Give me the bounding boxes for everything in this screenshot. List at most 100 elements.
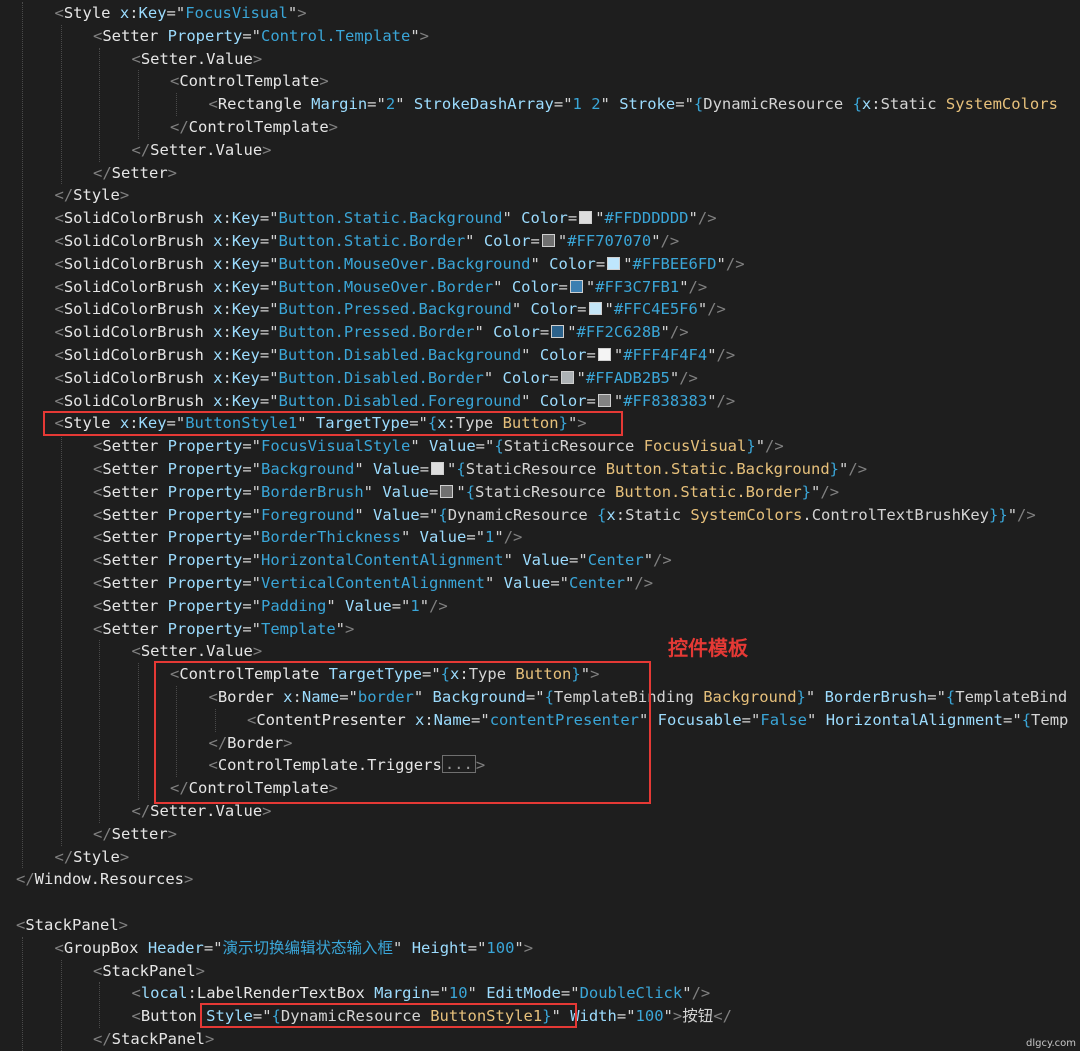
code-token: = [466, 528, 476, 547]
code-line[interactable]: </ControlTemplate> [170, 116, 338, 139]
code-line[interactable]: <SolidColorBrush x:Key="Button.Static.Ba… [55, 207, 717, 230]
code-token: " [465, 232, 475, 250]
color-swatch-icon[interactable] [431, 462, 445, 475]
code-line[interactable]: <SolidColorBrush x:Key="Button.Disabled.… [55, 344, 736, 367]
color-swatch-icon[interactable] [597, 393, 611, 407]
code-line[interactable]: <Setter Property="Template"> [93, 618, 354, 641]
code-token: Button.MouseOver.Background [278, 254, 531, 273]
code-token: Setter [102, 437, 168, 456]
code-token: Property [167, 528, 243, 547]
code-token: x [213, 277, 223, 296]
code-line[interactable]: <Setter Property="Background" Value= "{St… [93, 458, 867, 481]
code-line[interactable]: <SolidColorBrush x:Key="Button.Static.Bo… [55, 230, 680, 253]
code-token: : [222, 300, 232, 319]
code-line[interactable]: <StackPanel> [93, 960, 205, 983]
code-line[interactable]: <Style x:Key="FocusVisual"> [55, 2, 307, 25]
code-token: : [222, 323, 232, 342]
code-line[interactable]: </Style> [55, 184, 130, 207]
code-token: " [475, 528, 486, 547]
code-token: SolidColorBrush [63, 232, 214, 250]
code-line[interactable]: <StackPanel> [16, 914, 128, 937]
control-template-highlight-box [154, 661, 651, 804]
code-line[interactable]: <SolidColorBrush x:Key="Button.MouseOver… [55, 276, 708, 299]
code-line[interactable]: <SolidColorBrush x:Key="Button.MouseOver… [55, 253, 745, 276]
code-token: = [259, 254, 270, 273]
indent-guide [137, 663, 139, 800]
code-token: Button.Pressed.Border [278, 323, 475, 342]
color-swatch-icon[interactable] [569, 279, 583, 293]
code-token: Setter.Value [150, 802, 263, 820]
code-line[interactable]: <Setter Property="BorderBrush" Value= "{S… [93, 481, 839, 504]
code-line[interactable]: </Setter.Value> [132, 139, 272, 162]
color-swatch-icon[interactable] [551, 325, 565, 339]
code-token: " [530, 254, 540, 273]
code-line[interactable]: <SolidColorBrush x:Key="Button.Disabled.… [55, 367, 698, 390]
code-line[interactable]: <SolidColorBrush x:Key="Button.Disabled.… [55, 390, 736, 413]
color-swatch-icon[interactable] [579, 211, 593, 225]
code-token: { [597, 505, 607, 524]
code-token: " [354, 505, 364, 524]
code-token: .ControlTextBrushKey [802, 505, 990, 524]
code-token: Button.Static.Border [615, 482, 802, 501]
code-line[interactable]: <local:LabelRenderTextBox Margin="10" Ed… [132, 982, 711, 1005]
code-token: = [549, 368, 559, 387]
code-token: " [707, 346, 717, 364]
code-line[interactable]: <ControlTemplate> [170, 70, 329, 93]
code-token: { [945, 688, 956, 706]
code-token: x [606, 505, 616, 524]
code-line[interactable]: <Setter Property="FocusVisualStyle" Valu… [93, 435, 784, 458]
code-editor[interactable]: <Style x:Key="FocusVisual"> <Setter Prope… [0, 0, 1080, 1051]
code-line[interactable]: </Setter> [93, 162, 177, 185]
code-token: StaticResource [503, 437, 644, 456]
code-token: Key [231, 277, 260, 296]
code-token: > [195, 961, 206, 980]
code-token: < [208, 95, 218, 114]
code-token: " [521, 391, 531, 410]
code-line[interactable]: <SolidColorBrush x:Key="Button.Pressed.B… [55, 298, 726, 321]
code-line[interactable]: <Setter Property="Padding" Value="1"/> [93, 595, 448, 618]
color-swatch-icon[interactable] [440, 484, 454, 498]
code-token: /> [429, 596, 448, 615]
code-token: </ [170, 118, 189, 136]
code-token: x [213, 391, 223, 410]
code-token: Button.MouseOver.Border [278, 277, 494, 296]
code-line[interactable]: </Window.Resources> [16, 868, 193, 891]
code-line[interactable]: <SolidColorBrush x:Key="Button.Pressed.B… [55, 321, 689, 344]
code-token: " [485, 437, 495, 456]
color-swatch-icon[interactable] [541, 234, 555, 247]
code-line[interactable]: <Setter Property="HorizontalContentAlign… [93, 549, 672, 572]
color-swatch-icon[interactable] [588, 302, 602, 316]
code-token: Setter [111, 163, 168, 182]
code-token: " [521, 346, 531, 364]
code-token: Color [493, 368, 550, 387]
color-swatch-icon[interactable] [607, 256, 621, 270]
code-token: } [746, 437, 756, 456]
code-line[interactable]: </StackPanel> [93, 1028, 214, 1051]
code-line[interactable]: <Setter Property="Foreground" Value="{Dy… [93, 504, 1036, 527]
code-line[interactable]: <Setter Property="BorderThickness" Value… [93, 526, 522, 549]
code-token: Background [261, 460, 355, 478]
code-line[interactable]: </Style> [55, 846, 130, 869]
code-token: Margin [374, 984, 431, 1003]
code-token: > [252, 642, 263, 661]
code-token: > [167, 163, 178, 182]
code-token: = [242, 460, 252, 478]
code-line[interactable]: <Setter.Value> [132, 48, 263, 71]
code-token: = [741, 710, 752, 729]
code-token: : [871, 95, 881, 114]
code-token: GroupBox [63, 938, 148, 957]
code-line[interactable]: </Setter> [93, 823, 177, 846]
code-line[interactable]: <GroupBox Header="演示切换编辑状态输入框" Height="1… [55, 937, 534, 960]
code-line[interactable]: <Setter Property="VerticalContentAlignme… [93, 572, 653, 595]
code-token: = [560, 984, 571, 1003]
code-token: : [615, 505, 626, 524]
watermark: dlgcy.com [1026, 1038, 1076, 1049]
color-swatch-icon[interactable] [560, 370, 574, 384]
code-line[interactable]: <Setter Property="Control.Template"> [93, 25, 429, 48]
code-line[interactable]: <Setter.Value> [132, 640, 263, 663]
code-token: " [419, 596, 430, 615]
color-swatch-icon[interactable] [597, 348, 611, 361]
code-token: " [251, 574, 262, 592]
code-line[interactable]: <Rectangle Margin="2" StrokeDashArray="1… [209, 93, 1058, 116]
code-token: SolidColorBrush [63, 209, 214, 228]
